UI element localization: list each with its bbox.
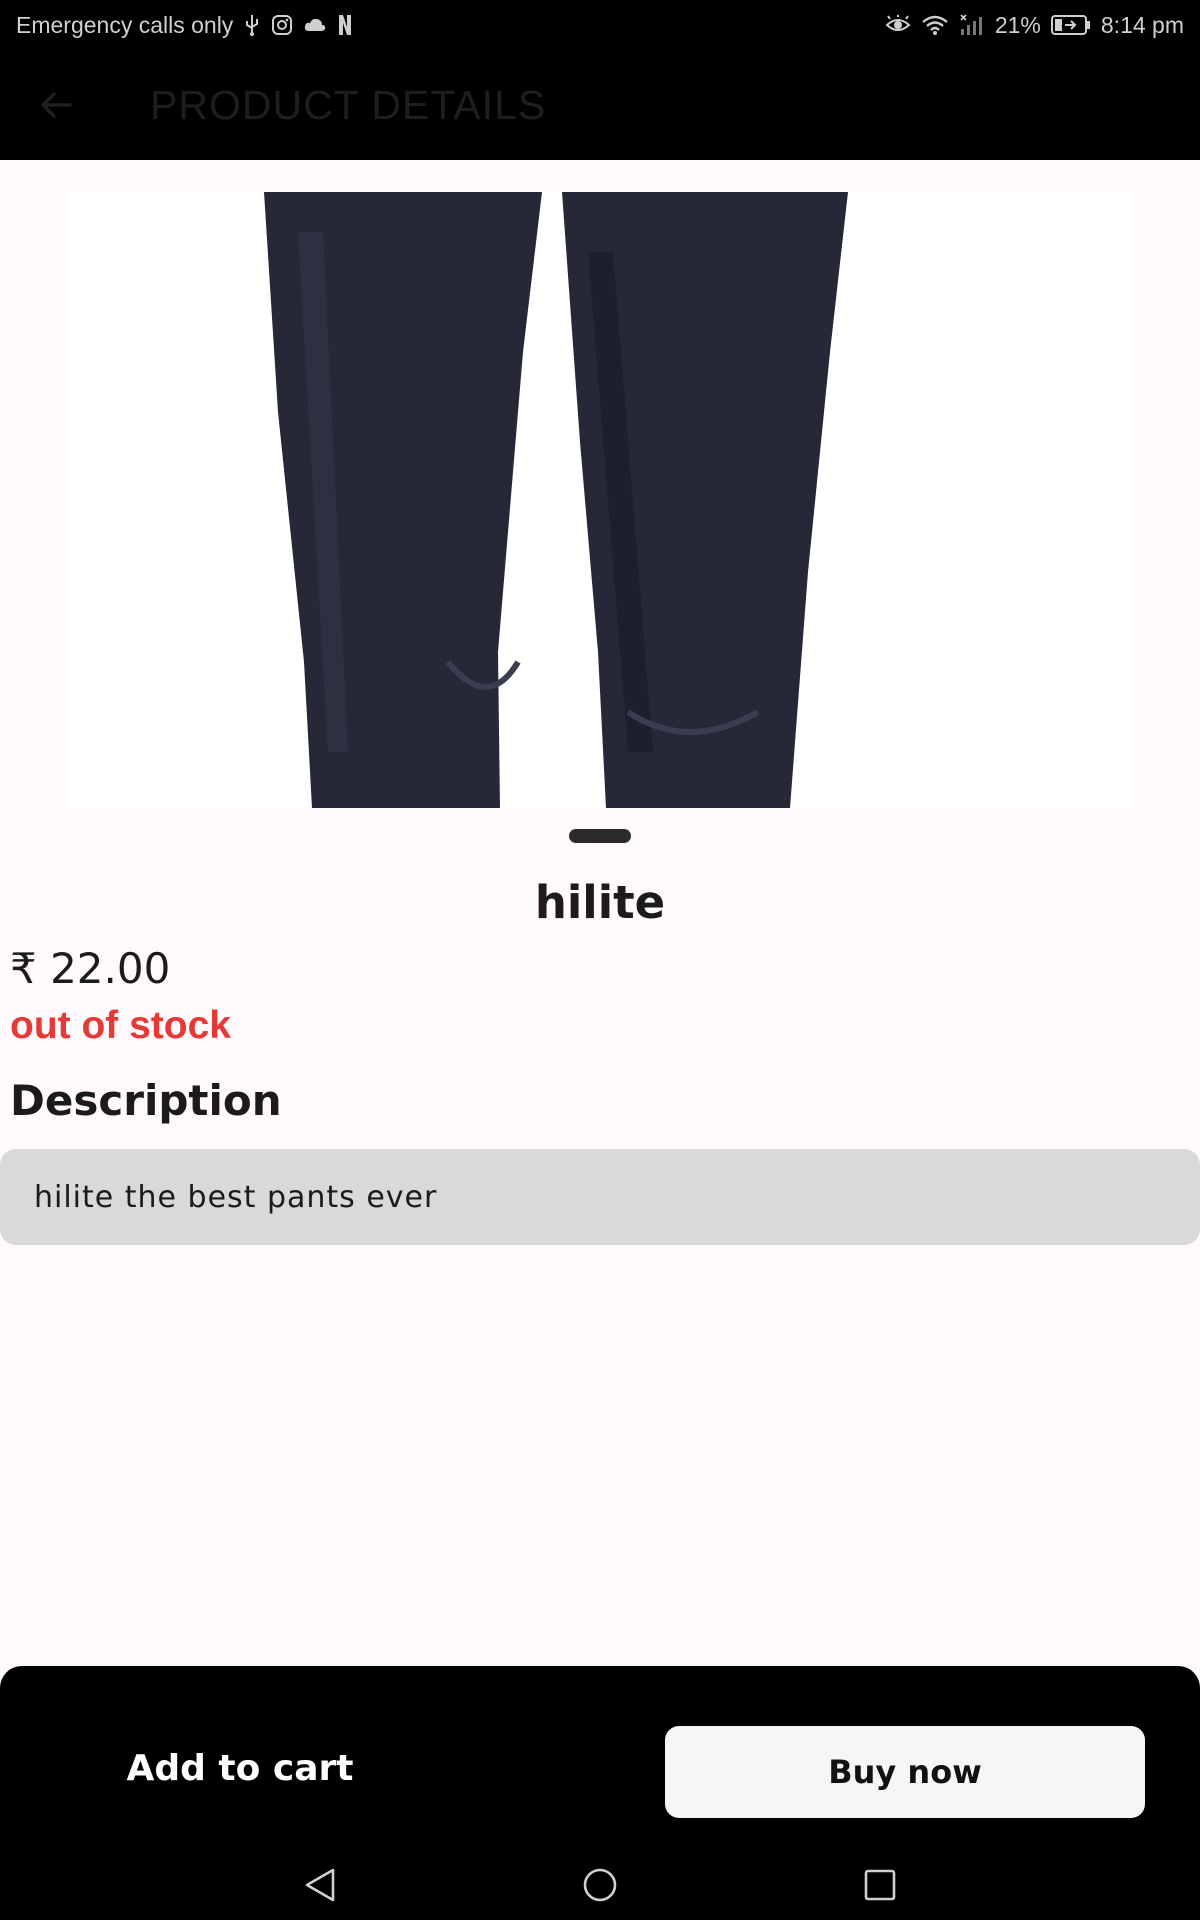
recents-square-icon — [864, 1869, 896, 1901]
add-to-cart-button[interactable]: Add to cart — [40, 1722, 440, 1814]
wifi-icon — [921, 14, 949, 36]
cloud-icon — [303, 16, 327, 34]
description-text: hilite the best pants ever — [34, 1179, 438, 1215]
system-nav-bar — [0, 1846, 1200, 1920]
trousers-image — [68, 192, 1132, 808]
product-name: hilite — [534, 876, 666, 929]
eye-icon — [885, 15, 911, 35]
product-details-screen: Emergency calls only 21% 8:14 pm PRODUCT… — [0, 0, 1200, 1920]
nav-home-button[interactable] — [575, 1860, 625, 1910]
battery-icon — [1050, 14, 1091, 36]
product-price: ₹ 22.00 — [10, 944, 171, 993]
image-pager-indicator[interactable] — [569, 829, 631, 843]
usb-icon — [243, 13, 261, 37]
stock-status: out of stock — [10, 1004, 231, 1047]
nav-back-button[interactable] — [295, 1860, 345, 1910]
signal-icon — [959, 13, 985, 37]
status-bar: Emergency calls only 21% 8:14 pm — [0, 0, 1200, 50]
clock-time: 8:14 pm — [1100, 11, 1184, 38]
battery-percent: 21% — [994, 11, 1041, 38]
app-bar: PRODUCT DETAILS — [0, 50, 1200, 160]
home-circle-icon — [583, 1868, 617, 1902]
back-button[interactable] — [16, 65, 96, 145]
page-title: PRODUCT DETAILS — [150, 81, 547, 128]
back-triangle-icon — [305, 1868, 335, 1902]
product-image[interactable] — [68, 192, 1132, 808]
buy-now-button[interactable]: Buy now — [665, 1726, 1145, 1818]
nav-recents-button[interactable] — [855, 1860, 905, 1910]
description-box: hilite the best pants ever — [0, 1149, 1200, 1245]
arrow-left-icon — [41, 92, 72, 118]
status-right: 21% 8:14 pm — [885, 12, 1184, 39]
description-heading: Description — [10, 1076, 282, 1125]
netflix-icon — [337, 13, 353, 37]
status-left: Emergency calls only — [16, 12, 353, 39]
bottom-action-bar: Add to cart Buy now — [0, 1666, 1200, 1846]
instagram-icon — [271, 14, 293, 36]
carrier-text: Emergency calls only — [16, 11, 234, 38]
